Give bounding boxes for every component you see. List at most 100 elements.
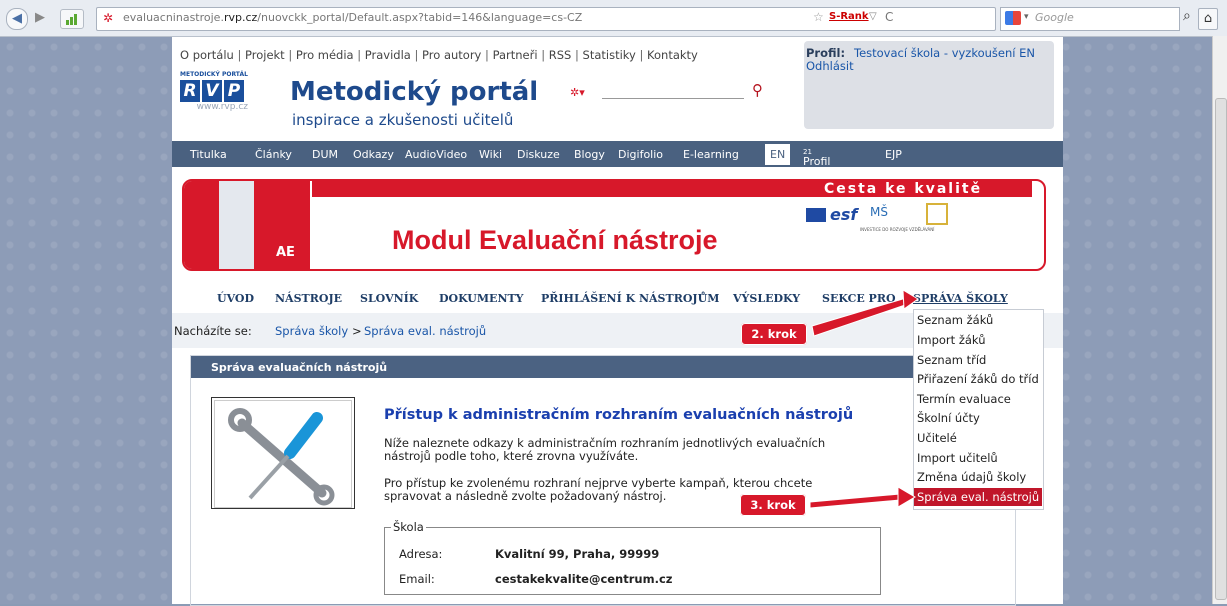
sprava-skoly-dropdown: Seznam žáků Import žáků Seznam tříd Přiř… — [913, 309, 1044, 510]
dropdown-arrow-icon[interactable]: ▽ — [869, 11, 877, 22]
school-legend: Škola — [391, 520, 426, 534]
address-value: Kvalitní 99, Praha, 99999 — [495, 547, 660, 561]
callout-step-3: 3. krok — [740, 494, 806, 516]
top-link-partneri[interactable]: Partneři — [493, 48, 538, 62]
s-rank-link[interactable]: S-Rank — [829, 11, 869, 22]
google-icon — [1005, 11, 1021, 25]
menu-clanky[interactable]: Články — [255, 148, 292, 161]
menu-profil-skola[interactable]: Profil Škola 21 — [803, 148, 833, 181]
dropdown-import-ucitelu[interactable]: Import učitelů — [917, 451, 998, 465]
eu-flag-icon — [806, 208, 826, 222]
module-banner: AE Cesta ke kvalitě Modul Evaluační nást… — [182, 179, 1046, 271]
profile-label: Profil: — [806, 46, 846, 60]
banner-left-pattern — [184, 181, 254, 269]
site-search-input[interactable] — [602, 82, 744, 99]
top-link-pro-autory[interactable]: Pro autory — [422, 48, 481, 62]
signal-bars-icon[interactable] — [60, 9, 84, 29]
dropdown-prirazeni-zaku[interactable]: Přiřazení žáků do tříd — [917, 372, 1039, 386]
site-title[interactable]: Metodický portál — [290, 77, 538, 107]
menu-wiki[interactable]: Wiki — [479, 148, 502, 161]
tools-illustration — [211, 397, 355, 509]
top-link-statistiky[interactable]: Statistiky — [583, 48, 636, 62]
panel-title: Správa evaluačních nástrojů — [211, 361, 388, 374]
subnav-dokumenty[interactable]: DOKUMENTY — [439, 292, 524, 305]
vertical-scrollbar[interactable] — [1212, 36, 1227, 604]
msmt-logo-icon: MŠ — [870, 205, 888, 219]
site-subtitle: inspirace a zkušenosti učitelů — [292, 111, 514, 129]
menu-en[interactable]: EN — [765, 144, 791, 165]
rvp-logo[interactable]: METODICKÝ PORTÁL RVP www.rvp.cz — [180, 71, 248, 112]
logo-url: www.rvp.cz — [196, 102, 248, 112]
breadcrumb-label: Nacházíte se: — [174, 324, 252, 338]
dropdown-sprava-eval-nastroju[interactable]: Správa eval. nástrojů — [914, 488, 1042, 506]
subnav-uvod[interactable]: ÚVOD — [217, 292, 254, 305]
top-link-pro-media[interactable]: Pro média — [296, 48, 354, 62]
menu-diskuze[interactable]: Diskuze — [517, 148, 560, 161]
profile-box: Profil: Testovací škola - vyzkoušení EN … — [804, 41, 1054, 129]
logo-letter-v: V — [202, 80, 222, 102]
dropdown-seznam-zaku[interactable]: Seznam žáků — [917, 313, 993, 327]
search-icon[interactable]: ⚲ — [752, 81, 763, 99]
forward-icon[interactable]: ▶ — [30, 8, 50, 28]
top-link-pravidla[interactable]: Pravidla — [365, 48, 411, 62]
dropdown-seznam-trid[interactable]: Seznam tříd — [917, 353, 986, 367]
op-logo-icon — [926, 203, 948, 225]
tools-panel: Správa evaluačních nástrojů Přístup k ad… — [190, 355, 1016, 606]
school-fieldset: Škola Adresa: Kvalitní 99, Praha, 99999 … — [384, 520, 881, 595]
subnav-slovnik[interactable]: SLOVNÍK — [360, 292, 418, 305]
email-value: cestakekvalite@centrum.cz — [495, 572, 673, 586]
breadcrumb-sprava-eval[interactable]: Správa eval. nástrojů — [364, 324, 486, 338]
top-link-kontakty[interactable]: Kontakty — [647, 48, 698, 62]
top-link-o-portalu[interactable]: O portálu — [180, 48, 234, 62]
home-icon[interactable]: ⌂ — [1198, 8, 1218, 30]
profile-link[interactable]: Testovací škola - vyzkoušení EN — [854, 46, 1035, 60]
dropdown-termin-evaluace[interactable]: Termín evaluace — [917, 392, 1011, 406]
email-label: Email: — [399, 572, 435, 586]
dropdown-import-zaku[interactable]: Import žáků — [917, 333, 986, 347]
menu-blogy[interactable]: Blogy — [574, 148, 605, 161]
menu-e-learning[interactable]: E-learning — [683, 148, 739, 161]
dropdown-skolni-ucty[interactable]: Školní účty — [917, 411, 980, 425]
menu-dum[interactable]: DUM — [312, 148, 338, 161]
subnav-sprava-skoly[interactable]: SPRÁVA ŠKOLY — [913, 292, 1008, 305]
reload-icon[interactable]: C — [885, 10, 893, 24]
menu-titulka[interactable]: Titulka — [190, 148, 227, 161]
subnav-nastroje[interactable]: NÁSTROJE — [275, 292, 342, 305]
logout-link[interactable]: Odhlásit — [806, 59, 854, 73]
panel-header: Správa evaluačních nástrojů — [191, 356, 1015, 378]
main-menu: Titulka Články DUM Odkazy AudioVideo Wik… — [172, 141, 1063, 181]
subnav-sekce-pro[interactable]: SEKCE PRO — [822, 292, 896, 305]
top-link-projekt[interactable]: Projekt — [245, 48, 285, 62]
esf-logo-icon: esf — [830, 205, 858, 224]
menu-ejp[interactable]: EJP — [885, 148, 902, 161]
banner-caption: INVESTICE DO ROZVOJE VZDĚLÁVÁNÍ — [860, 227, 935, 232]
address-bar[interactable]: ✲ evaluacninastroje.rvp.cz/nuovckk_porta… — [96, 7, 996, 31]
url-text: evaluacninastroje.rvp.cz/nuovckk_portal/… — [123, 11, 583, 24]
banner-title: Modul Evaluační nástroje — [392, 225, 718, 255]
breadcrumb-separator: > — [352, 324, 362, 338]
dropdown-zmena-udaju[interactable]: Změna údajů školy — [917, 470, 1026, 484]
site-favicon-icon: ✲ — [103, 11, 114, 25]
breadcrumb-sprava-skoly[interactable]: Správa školy — [275, 324, 348, 338]
magnifier-icon[interactable]: ⌕ — [1183, 8, 1191, 24]
logo-small-text: METODICKÝ PORTÁL — [180, 71, 248, 78]
logo-letter-p: P — [224, 80, 244, 102]
back-icon[interactable]: ◀ — [6, 8, 28, 30]
wrench-screwdriver-icon — [228, 408, 335, 506]
menu-digifolio[interactable]: Digifolio — [618, 148, 663, 161]
panel-heading: Přístup k administračním rozhraním evalu… — [384, 407, 854, 423]
menu-odkazy[interactable]: Odkazy — [353, 148, 394, 161]
subnav-prihlaseni[interactable]: PŘIHLÁŠENÍ K NÁSTROJŮM — [541, 292, 719, 305]
banner-slogan: Cesta ke kvalitě — [824, 181, 983, 197]
subnav-vysledky[interactable]: VÝSLEDKY — [733, 292, 800, 305]
ae-logo: AE — [254, 181, 310, 269]
menu-audiovideo[interactable]: AudioVideo — [405, 148, 467, 161]
logo-letter-r: R — [180, 80, 200, 102]
search-box[interactable]: ▾ Google — [1000, 7, 1180, 31]
search-engine-icon[interactable]: ✲▾ — [570, 86, 585, 99]
dropdown-ucitele[interactable]: Učitelé — [917, 431, 957, 445]
top-link-rss[interactable]: RSS — [549, 48, 572, 62]
browser-toolbar: ◀ ▶ ✲ evaluacninastroje.rvp.cz/nuovckk_p… — [0, 0, 1227, 37]
star-icon[interactable]: ☆ — [813, 10, 824, 24]
scrollbar-thumb[interactable] — [1215, 98, 1227, 600]
